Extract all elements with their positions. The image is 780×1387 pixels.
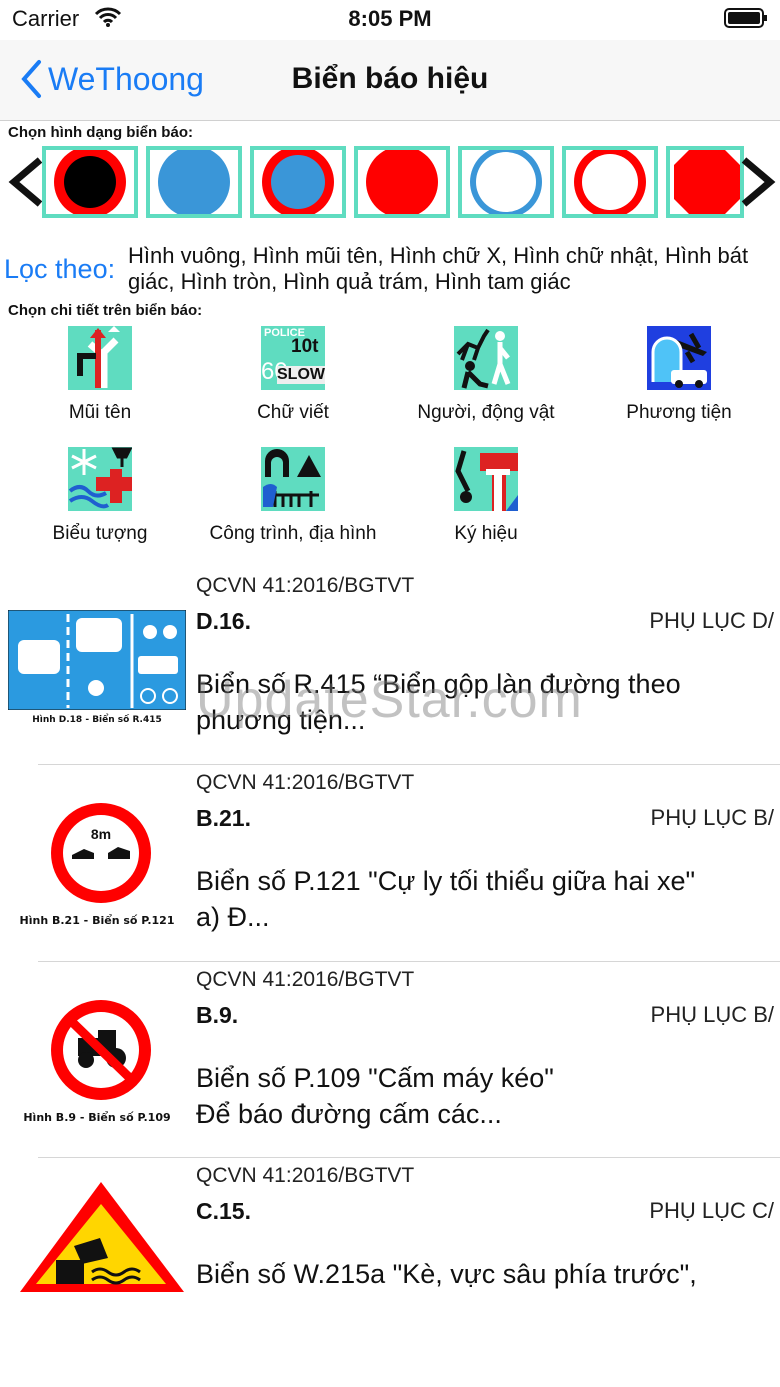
description-line-2: a) Đ... [196,902,270,932]
sign-caption: Hình B.9 - Biển số P.109 [23,1111,171,1124]
appendix-label: PHỤ LỤC D/ [649,608,774,633]
carousel-next-button[interactable] [736,154,780,210]
sign-thumbnail: 8m Hình B.21 - Biển số P.121 [8,797,186,927]
detail-section-label: Chọn chi tiết trên biển báo: [8,302,203,319]
clock: 8:05 PM [348,6,432,31]
sign-distance-text: 8m [91,826,111,842]
shape-option-2[interactable] [146,146,242,218]
category-label: Biểu tượng [52,523,148,544]
category-notation[interactable]: Ký hiệu [391,447,581,545]
divider [38,764,780,765]
item-description: Biển số W.215a "Kè, vực sâu phía trước", [196,1256,776,1292]
category-symbols[interactable]: Biểu tượng [5,447,195,545]
category-label: Người, động vật [417,402,555,423]
notation-icon [454,447,518,511]
appendix-label: PHỤ LỤC C/ [649,1198,774,1223]
filter-value[interactable]: Hình vuông, Hình mũi tên, Hình chữ X, Hì… [128,243,768,295]
sign-caption: Hình D.18 - Biển số R.415 [32,715,162,725]
source-label: QCVN 41:2016/BGTVT [196,574,415,597]
appendix-label: PHỤ LỤC B/ [650,1002,774,1027]
item-code: D.16. [196,608,251,634]
filter-label: Lọc theo: [4,254,116,284]
shape-option-3[interactable] [250,146,346,218]
description-line-2: Để báo đường cấm các... [196,1099,502,1129]
divider [38,1157,780,1158]
item-description: Biển số P.109 "Cấm máy kéo" Để báo đường… [196,1060,776,1132]
shape-option-1[interactable] [42,146,138,218]
divider [38,961,780,962]
category-text[interactable]: POLICE 10t 60 SLOW Chữ viết [198,326,388,424]
shape-option-7[interactable] [666,146,744,218]
item-code: C.15. [196,1198,251,1224]
arrow-sign-icon [68,326,132,390]
icon-text-slow: SLOW [277,366,325,384]
battery-icon [724,8,768,28]
source-label: QCVN 41:2016/BGTVT [196,771,415,794]
vehicle-icon [647,326,711,390]
category-label: Chữ viết [257,402,329,423]
category-people-animals[interactable]: Người, động vật [391,326,581,424]
shape-carousel [0,146,780,218]
text-sign-icon: POLICE 10t 60 SLOW [261,326,325,390]
people-animal-icon [454,326,518,390]
sign-thumbnail [8,1180,186,1296]
category-arrow[interactable]: Mũi tên [5,326,195,424]
source-label: QCVN 41:2016/BGTVT [196,968,415,991]
category-label: Mũi tên [68,402,132,423]
symbol-icon [68,447,132,511]
appendix-label: PHỤ LỤC B/ [650,805,774,830]
sign-caption: Hình B.21 - Biển số P.121 [19,914,175,927]
status-bar: Carrier 8:05 PM [0,0,780,40]
category-label: Ký hiệu [454,523,518,544]
category-vehicles[interactable]: Phương tiện [584,326,774,424]
chevron-right-icon [741,157,776,207]
category-label: Công trình, địa hình [209,523,377,544]
icon-text-weight: 10t [291,336,319,357]
shape-section-label: Chọn hình dạng biển báo: [8,124,193,141]
page-title: Biển báo hiệu [291,62,489,95]
category-label: Phương tiện [626,402,732,423]
shape-option-5[interactable] [458,146,554,218]
shape-option-4[interactable] [354,146,450,218]
description-line-1: Biển số P.121 "Cự ly tối thiểu giữa hai … [196,866,696,896]
sign-thumbnail: Hình D.18 - Biển số R.415 [7,609,187,725]
source-label: QCVN 41:2016/BGTVT [196,1164,415,1187]
description-line-1: Biển số W.215a "Kè, vực sâu phía trước", [196,1259,697,1289]
item-code: B.9. [196,1002,239,1028]
category-structures-terrain[interactable]: Công trình, địa hình [198,447,388,545]
shape-option-6[interactable] [562,146,658,218]
navigation-bar: WeThoong Biển báo hiệu [0,40,780,121]
item-code: B.21. [196,805,251,831]
description-line-1: Biển số P.109 "Cấm máy kéo" [196,1063,554,1093]
structure-terrain-icon [261,447,325,511]
watermark: UpdateStar.com [196,671,583,729]
item-description: Biển số P.121 "Cự ly tối thiểu giữa hai … [196,863,776,935]
sign-thumbnail: Hình B.9 - Biển số P.109 [8,994,186,1124]
